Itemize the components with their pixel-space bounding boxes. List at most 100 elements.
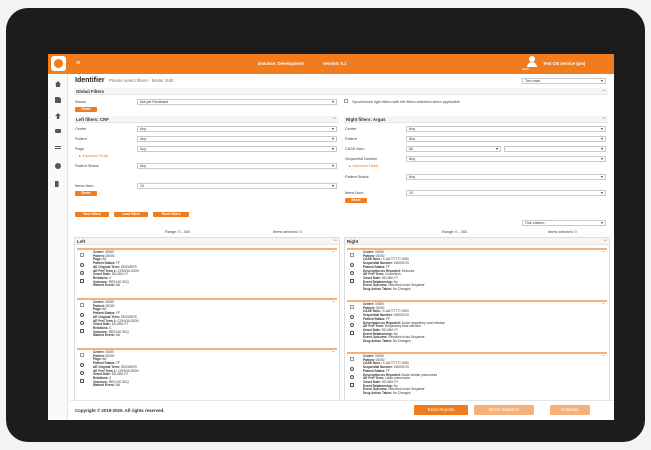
- right-seq-num-label: Sequential Number: [345, 157, 378, 161]
- card-checkbox[interactable]: [80, 303, 84, 307]
- right-patient-select[interactable]: Any: [406, 136, 606, 142]
- status-select[interactable]: Not yet Reviewed: [137, 99, 337, 105]
- right-filters-title: Right filters: Argus: [346, 117, 386, 122]
- card-checkbox[interactable]: [350, 253, 354, 257]
- left-card[interactable]: − Center: 00000 Patient: 00000 Page: AE …: [77, 348, 337, 396]
- view-icon[interactable]: [80, 371, 84, 375]
- view-icon[interactable]: [350, 375, 354, 379]
- logout-icon[interactable]: [54, 180, 62, 188]
- user-name[interactable]: Test CM Service (pm): [543, 61, 585, 66]
- left-card[interactable]: − Center: 00000 Patient: 00000 Page: AE …: [77, 298, 337, 346]
- right-range: Range: 0 - 300: [442, 230, 468, 234]
- reset-selection-button[interactable]: Reset Selection: [474, 405, 534, 415]
- search-icon[interactable]: [350, 367, 354, 371]
- view-select[interactable]: Two rows: [522, 78, 606, 84]
- left-reset-button[interactable]: Reset: [75, 191, 97, 196]
- user-icon[interactable]: [526, 55, 538, 67]
- view-icon[interactable]: [350, 271, 354, 275]
- document-icon[interactable]: [80, 379, 84, 383]
- card-checkbox[interactable]: [80, 253, 84, 257]
- collapse-icon[interactable]: −: [602, 250, 605, 255]
- hamburger-icon[interactable]: ≡: [76, 60, 80, 67]
- card-fields: Center: 00000 Patient: 00000 Page: AE Pa…: [93, 300, 139, 338]
- right-case-num-select[interactable]: All: [406, 146, 501, 152]
- collapse-icon[interactable]: −: [602, 88, 606, 94]
- continue-button[interactable]: Continue: [550, 405, 590, 415]
- home-icon[interactable]: [54, 80, 62, 88]
- monitor-icon[interactable]: [54, 128, 62, 136]
- left-card[interactable]: − Center: 00000 Patient: 00000 Page: AE …: [77, 248, 337, 296]
- load-filters-button[interactable]: Load filters: [114, 212, 148, 217]
- collapse-icon[interactable]: −: [332, 350, 335, 355]
- column-select[interactable]: One column: [522, 220, 606, 226]
- card-checkbox[interactable]: [80, 353, 84, 357]
- card-line: Waived Event: NA: [93, 383, 120, 388]
- right-important-fields[interactable]: ▲ Important Fields: [348, 164, 378, 168]
- collapse-icon[interactable]: −: [332, 300, 335, 305]
- right-seq-num-select[interactable]: Any: [406, 156, 606, 162]
- collapse-icon[interactable]: −: [332, 116, 336, 122]
- right-center-select[interactable]: Any: [406, 126, 606, 132]
- search-icon[interactable]: [350, 315, 354, 319]
- card-line: Waived Event: NA: [93, 333, 120, 338]
- right-items-selected: Items selected: 0: [548, 230, 577, 234]
- collapse-icon[interactable]: −: [332, 250, 335, 255]
- right-patient-status-select[interactable]: Any: [406, 174, 606, 180]
- card-fields: Center: 00000 Patient: 00000 CASE Num.: …: [363, 250, 425, 292]
- search-icon[interactable]: [80, 363, 84, 367]
- collapse-icon[interactable]: −: [603, 238, 607, 244]
- document-icon[interactable]: [350, 279, 354, 283]
- search-icon[interactable]: [350, 263, 354, 267]
- right-important-fields-label: Important Fields: [352, 164, 379, 168]
- document-icon[interactable]: [80, 329, 84, 333]
- right-patient-label: Patient: [345, 137, 357, 141]
- help-icon[interactable]: [54, 162, 62, 170]
- warning-icon: ▲: [78, 154, 82, 158]
- search-icon[interactable]: [80, 313, 84, 317]
- app-logo[interactable]: [51, 56, 66, 71]
- left-patient-status-select[interactable]: Any: [137, 163, 337, 169]
- left-range: Range: 0 - 300: [165, 230, 191, 234]
- view-icon[interactable]: [350, 323, 354, 327]
- left-filters-title: Left filters: CRF: [76, 117, 109, 122]
- right-card[interactable]: − Center: 00000 Patient: 00000 CASE Num.…: [347, 248, 607, 298]
- left-results-panel: Left − − Center: 00000 Patient: 00000 Pag…: [74, 237, 340, 419]
- left-center-select[interactable]: Any: [137, 126, 337, 132]
- left-patient-select[interactable]: Any: [137, 136, 337, 142]
- collapse-icon[interactable]: −: [602, 354, 605, 359]
- right-items-num-select[interactable]: 10: [406, 190, 606, 196]
- right-patient-status-label: Patient Status: [345, 175, 369, 179]
- collapse-icon[interactable]: −: [602, 116, 606, 122]
- left-page-select[interactable]: Any: [137, 146, 337, 152]
- sync-checkbox[interactable]: [344, 99, 348, 103]
- user-tag: NEW: [522, 67, 529, 71]
- collapse-icon[interactable]: −: [333, 238, 337, 244]
- document-icon[interactable]: [80, 279, 84, 283]
- right-card[interactable]: − Center: 00000 Patient: 00000 CASE Num.…: [347, 352, 607, 402]
- card-line: Drug Action Taken: No Changes: [363, 339, 411, 344]
- reset-filters-button[interactable]: Reset filters: [153, 212, 189, 217]
- upload-icon[interactable]: [54, 112, 62, 120]
- list-icon[interactable]: [54, 144, 62, 152]
- card-checkbox[interactable]: [350, 357, 354, 361]
- right-filters-header: Right filters: Argus −: [344, 116, 608, 123]
- document-icon[interactable]: [350, 331, 354, 335]
- collapse-icon[interactable]: −: [602, 302, 605, 307]
- view-icon[interactable]: [80, 321, 84, 325]
- card-checkbox[interactable]: [350, 305, 354, 309]
- view-icon[interactable]: [80, 271, 84, 275]
- excel-reports-button[interactable]: Excel Reports: [414, 405, 468, 415]
- save-filters-button[interactable]: Save filters: [75, 212, 109, 217]
- app-screen: ≡ Instance: Development Version: 0.1 NEW…: [48, 54, 614, 420]
- left-items-num-select[interactable]: 10: [137, 183, 337, 189]
- right-case-num-input[interactable]: [504, 146, 606, 152]
- search-icon[interactable]: [80, 263, 84, 267]
- right-card[interactable]: − Center: 00000 Patient: 00000 CASE Num.…: [347, 300, 607, 350]
- right-reset-button[interactable]: Reset: [345, 198, 367, 203]
- left-important-fields[interactable]: ▲ Important Fields: [78, 154, 108, 158]
- global-reset-button[interactable]: Reset: [75, 107, 97, 112]
- copyright-text: Copyright © 2019-2020. All rights reserv…: [75, 408, 165, 413]
- document-icon[interactable]: [54, 96, 62, 104]
- page-subtitle: Please select filters - Mode: Edit: [109, 78, 174, 83]
- document-icon[interactable]: [350, 383, 354, 387]
